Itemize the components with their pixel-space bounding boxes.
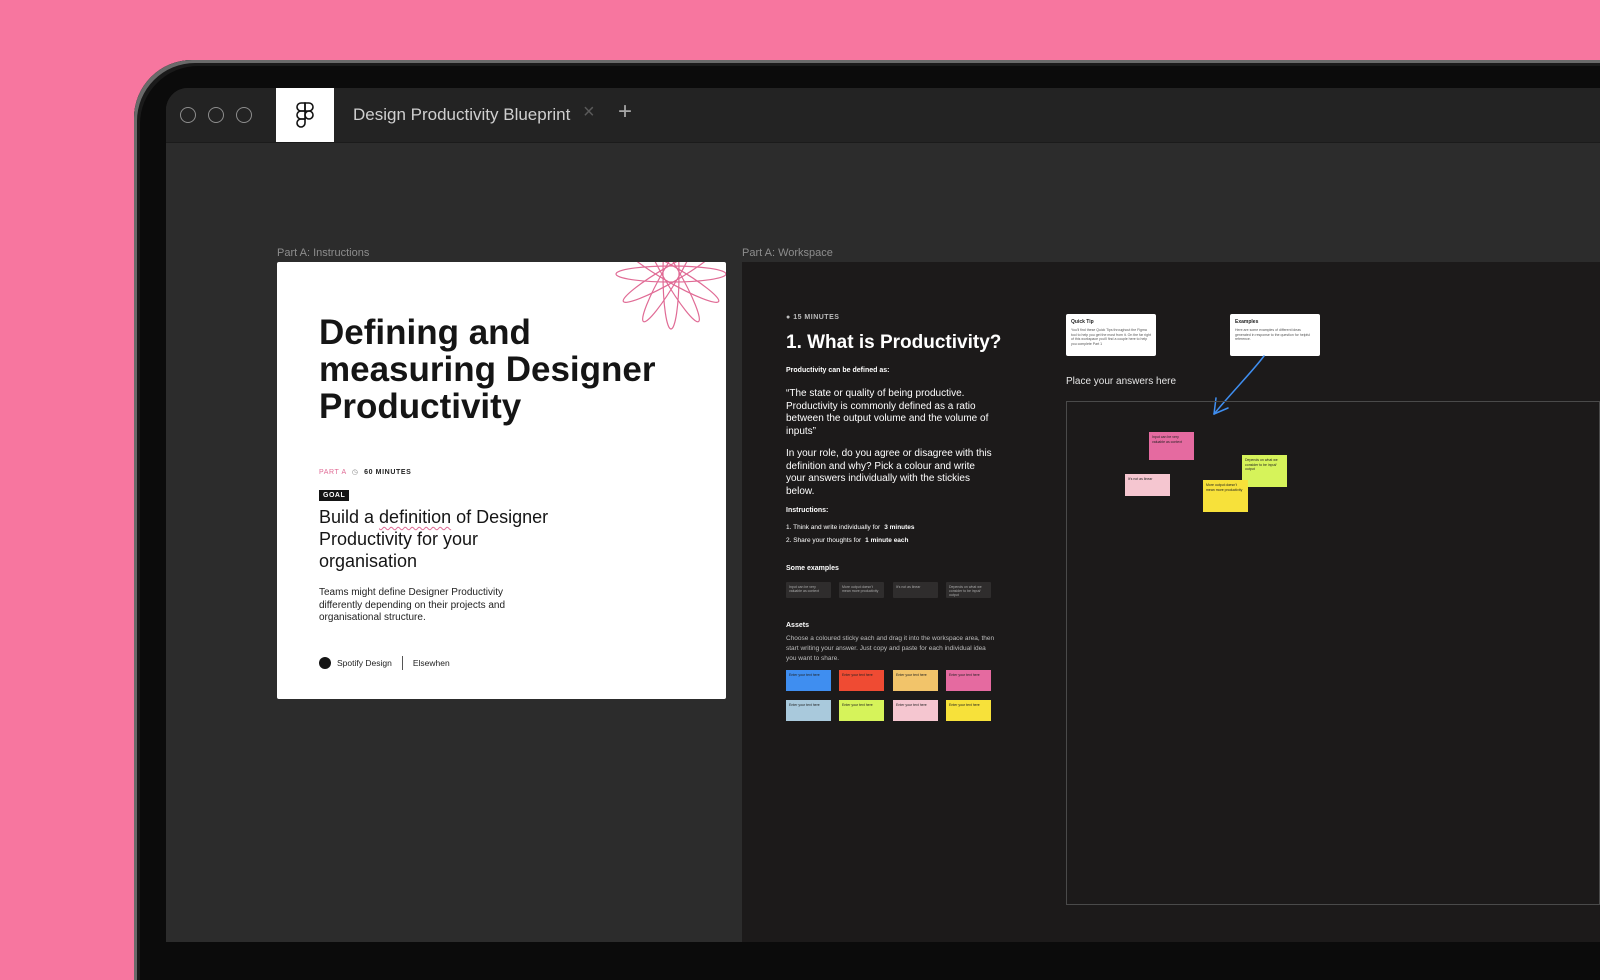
workspace-title: 1. What is Productivity? (786, 332, 1002, 353)
assets-description: Choose a coloured sticky each and drag i… (786, 635, 995, 662)
examples-card[interactable]: Examples Here are some examples of diffe… (1230, 314, 1320, 356)
spotify-logo-icon (319, 657, 331, 669)
definition-quote: “The state or quality of being productiv… (786, 388, 989, 437)
answer-sticky[interactable]: It's not as linear (1125, 474, 1170, 496)
example-box[interactable]: It's not as linear (893, 582, 938, 598)
window-close-button[interactable] (180, 107, 196, 123)
figma-logo-icon (296, 102, 314, 128)
window-maximize-button[interactable] (236, 107, 252, 123)
quick-tip-body: You'll find these Quick Tips throughout … (1071, 328, 1151, 346)
sticky-asset-orange[interactable]: Enter your text here (893, 670, 938, 691)
instructions-label: Instructions: (786, 507, 829, 514)
meta-row: PART A ◷ 60 MINUTES (319, 468, 411, 476)
place-answers-label: Place your answers here (1066, 376, 1177, 387)
sticky-asset-pink[interactable]: Enter your text here (946, 670, 991, 691)
instructions-description: Teams might define Designer Productivity… (319, 587, 506, 623)
examples-label: Some examples (786, 565, 839, 572)
close-icon[interactable]: × (583, 101, 595, 124)
frame-label-instructions: Part A: Instructions (277, 247, 370, 259)
instructions-headline: Defining and measuring Designer Producti… (319, 313, 656, 426)
answer-area[interactable]: Input can be very valuable as context It… (1066, 401, 1600, 905)
elsewhen-logo: Elsewhen (412, 658, 450, 668)
app-window: Design Productivity Blueprint × + Part A… (166, 88, 1600, 942)
examples-card-title: Examples (1235, 319, 1259, 325)
instruction-step-1: 1. Think and write individually for 3 min… (786, 524, 915, 531)
figma-home-tab[interactable] (276, 88, 334, 142)
instructions-frame[interactable]: Defining and measuring Designer Producti… (277, 262, 726, 699)
frame-label-workspace: Part A: Workspace (742, 247, 833, 259)
example-box[interactable]: Input can be very valuable as context (786, 582, 831, 598)
clock-icon: ◷ (351, 469, 359, 476)
question-text: In your role, do you agree or disagree w… (786, 448, 992, 497)
spotify-design-logo: Spotify Design (337, 658, 392, 668)
quick-tip-title: Quick Tip (1071, 319, 1094, 325)
assets-label: Assets (786, 622, 809, 629)
examples-card-body: Here are some examples of different idea… (1235, 328, 1311, 341)
logo-divider (401, 656, 403, 670)
goal-text: Build a definition of Designer Productiv… (319, 507, 549, 571)
example-box[interactable]: More output doesn't mean more productivi… (839, 582, 884, 598)
time-label: ● 15 MINUTES (786, 314, 840, 321)
sticky-asset-yellow[interactable]: Enter your text here (946, 700, 991, 721)
sticky-asset-lightpink[interactable]: Enter your text here (893, 700, 938, 721)
partner-logos: Spotify Design Elsewhen (319, 656, 450, 670)
sticky-asset-lightblue[interactable]: Enter your text here (786, 700, 831, 721)
workspace-frame[interactable]: ● 15 MINUTES 1. What is Productivity? Pr… (742, 262, 1600, 942)
document-tab-title[interactable]: Design Productivity Blueprint (353, 105, 570, 125)
title-bar: Design Productivity Blueprint × + (166, 88, 1600, 143)
duration-label: 60 MINUTES (364, 469, 412, 476)
definition-label: Productivity can be defined as: (786, 367, 890, 374)
window-minimize-button[interactable] (208, 107, 224, 123)
answer-sticky[interactable]: More output doesn't mean more productivi… (1203, 480, 1248, 512)
example-box[interactable]: Depends on what we consider to be input/… (946, 582, 991, 598)
answer-sticky[interactable]: Input can be very valuable as context (1149, 432, 1194, 460)
goal-tag: GOAL (319, 490, 350, 501)
sticky-asset-lime[interactable]: Enter your text here (839, 700, 884, 721)
sticky-asset-red[interactable]: Enter your text here (839, 670, 884, 691)
plus-icon[interactable]: + (618, 98, 632, 126)
part-label: PART A (319, 469, 347, 476)
quick-tip-card[interactable]: Quick Tip You'll find these Quick Tips t… (1066, 314, 1156, 356)
answer-sticky[interactable]: Depends on what we consider to be input/… (1242, 455, 1287, 487)
sticky-asset-blue[interactable]: Enter your text here (786, 670, 831, 691)
instruction-step-2: 2. Share your thoughts for 1 minute each (786, 537, 909, 544)
